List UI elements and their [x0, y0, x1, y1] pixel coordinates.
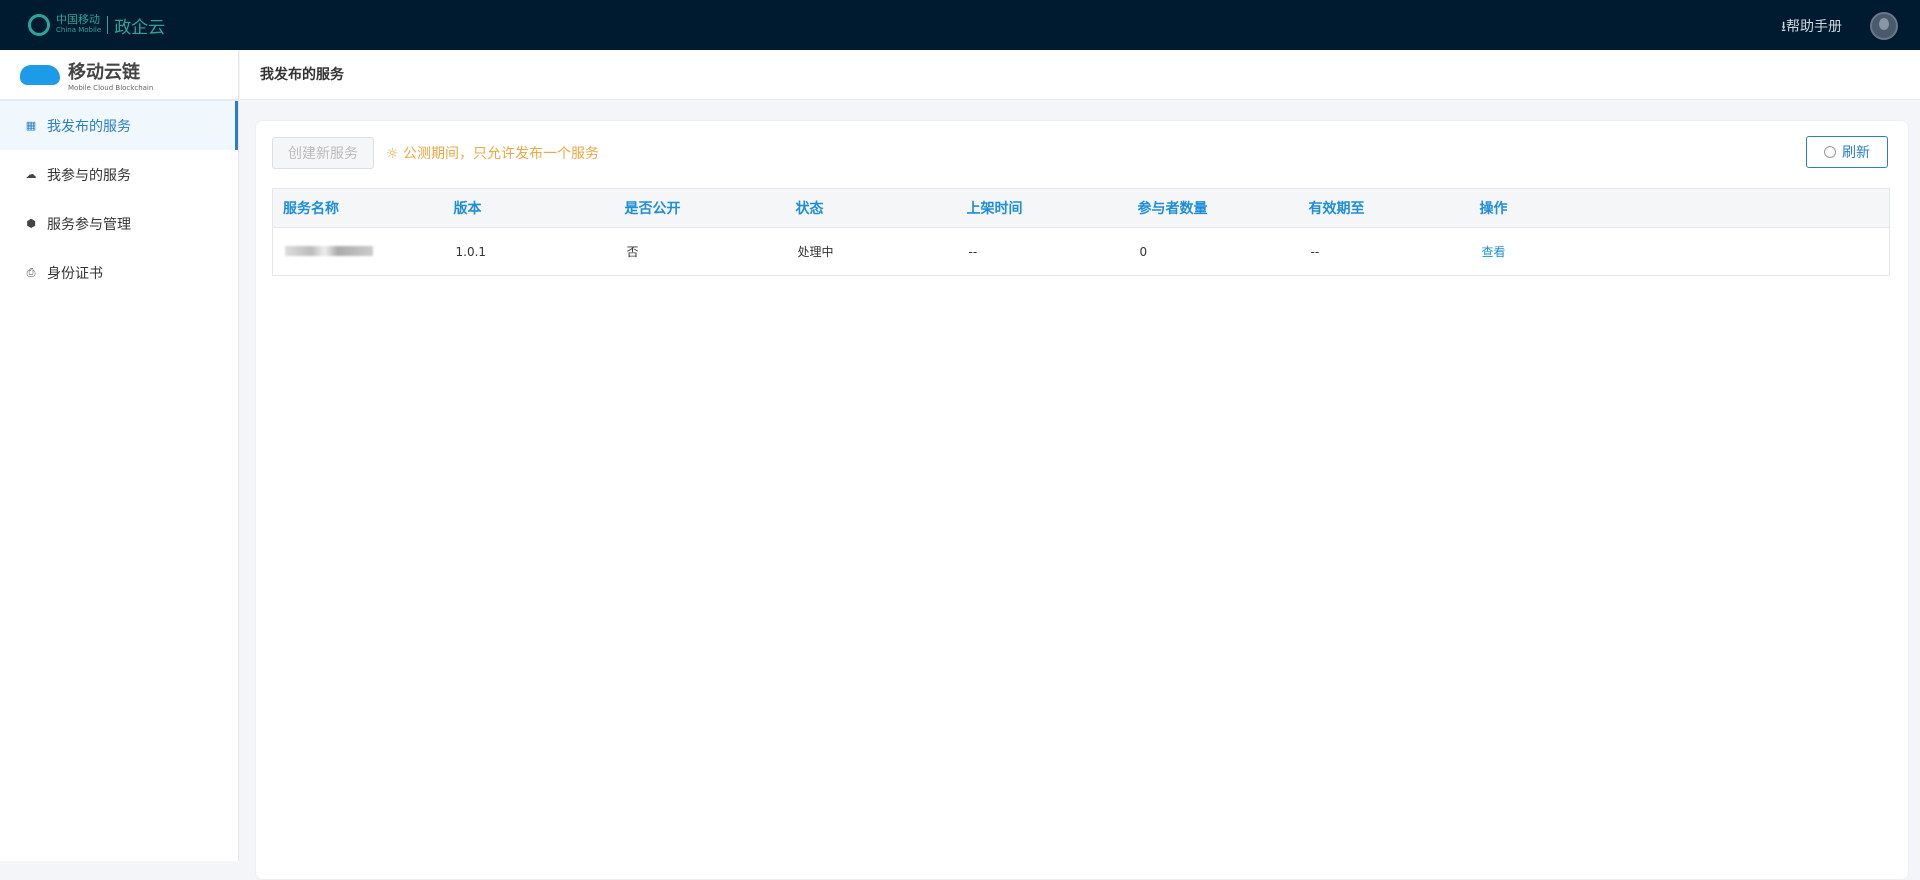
version: 1.0.1 — [455, 244, 487, 259]
participant-count: 0 — [1139, 244, 1148, 259]
status: 处理中 — [797, 245, 834, 259]
refresh-label: 刷新 — [1842, 144, 1870, 160]
nav-label: 服务参与管理 — [47, 216, 131, 233]
service-name — [273, 228, 444, 276]
col-action: 操作 — [1469, 188, 1890, 228]
services-table: 服务名称 版本 是否公开 状态 上架时间 参与者数量 有效期至 操作 1.0.1… — [272, 188, 1890, 276]
blurred-name — [285, 245, 373, 256]
logo-subtitle: Mobile Cloud Blockchain — [68, 83, 154, 92]
table-header: 服务名称 版本 是否公开 状态 上架时间 参与者数量 有效期至 操作 — [272, 188, 1890, 228]
col-listed: 上架时间 — [956, 188, 1128, 228]
logo-title: 移动云链 — [68, 61, 140, 83]
sidebar-item-my-joined[interactable]: ☁ 我参与的服务 — [0, 150, 238, 199]
content-panel: 创建新服务 ☼ 公测期间，只允许发布一个服务 刷新 服务名称 版本 是否公开 状… — [255, 120, 1909, 880]
is-public: 否 — [626, 245, 639, 259]
sidebar-item-my-published[interactable]: ▦ 我发布的服务 — [0, 101, 238, 150]
sidebar: 移动云链 Mobile Cloud Blockchain ▦ 我发布的服务 ☁ 我参与… — [0, 50, 239, 861]
page-title: 我发布的服务 — [240, 50, 1920, 100]
refresh-icon — [1824, 146, 1836, 158]
mobile-cloud-chain-logo: 移动云链 Mobile Cloud Blockchain — [0, 50, 238, 101]
col-status: 状态 — [785, 188, 957, 228]
nav-label: 我参与的服务 — [47, 167, 131, 184]
certificate-icon: ⎙ — [26, 265, 36, 279]
nav-label: 身份证书 — [47, 265, 103, 282]
grid-icon: ▦ — [25, 118, 37, 132]
col-participants: 参与者数量 — [1127, 188, 1299, 228]
cloud-icon: ☁ — [25, 167, 37, 181]
divider — [107, 16, 109, 34]
sidebar-item-certificate[interactable]: ⎙ 身份证书 — [0, 248, 238, 297]
listed-time: -- — [968, 244, 978, 259]
user-avatar[interactable] — [1870, 12, 1898, 40]
action-cell: 查看 — [1470, 228, 1890, 276]
cloud-logo-icon — [20, 64, 60, 85]
help-label: 帮助手册 — [1786, 19, 1842, 35]
view-link[interactable]: 查看 — [1482, 245, 1506, 259]
product-name: 政企云 — [114, 17, 166, 38]
refresh-button[interactable]: 刷新 — [1806, 136, 1888, 168]
expires: -- — [1310, 244, 1320, 259]
col-expires: 有效期至 — [1298, 188, 1470, 228]
table-row: 1.0.1 否 处理中 -- 0 -- 查看 — [273, 228, 1890, 276]
sidebar-item-participation-mgmt[interactable]: ⬢ 服务参与管理 — [0, 199, 238, 248]
china-mobile-logo-icon — [28, 14, 50, 36]
notice: ☼ 公测期间，只允许发布一个服务 — [386, 143, 599, 163]
col-name: 服务名称 — [272, 188, 444, 228]
brand-en: China Mobile — [56, 26, 102, 34]
brand-logo[interactable]: 中国移动 China Mobile 政企云 — [28, 13, 165, 38]
top-bar: 中国移动 China Mobile 政企云 ⭳帮助手册 — [0, 0, 1920, 50]
create-service-button[interactable]: 创建新服务 — [272, 137, 374, 169]
col-public: 是否公开 — [614, 188, 786, 228]
nav-label: 我发布的服务 — [47, 118, 131, 135]
cube-icon: ⬢ — [26, 216, 36, 230]
col-version: 版本 — [443, 188, 615, 228]
lightbulb-icon: ☼ — [386, 146, 404, 162]
notice-text: 公测期间，只允许发布一个服务 — [403, 146, 600, 162]
help-manual-link[interactable]: ⭳帮助手册 — [1781, 16, 1842, 40]
